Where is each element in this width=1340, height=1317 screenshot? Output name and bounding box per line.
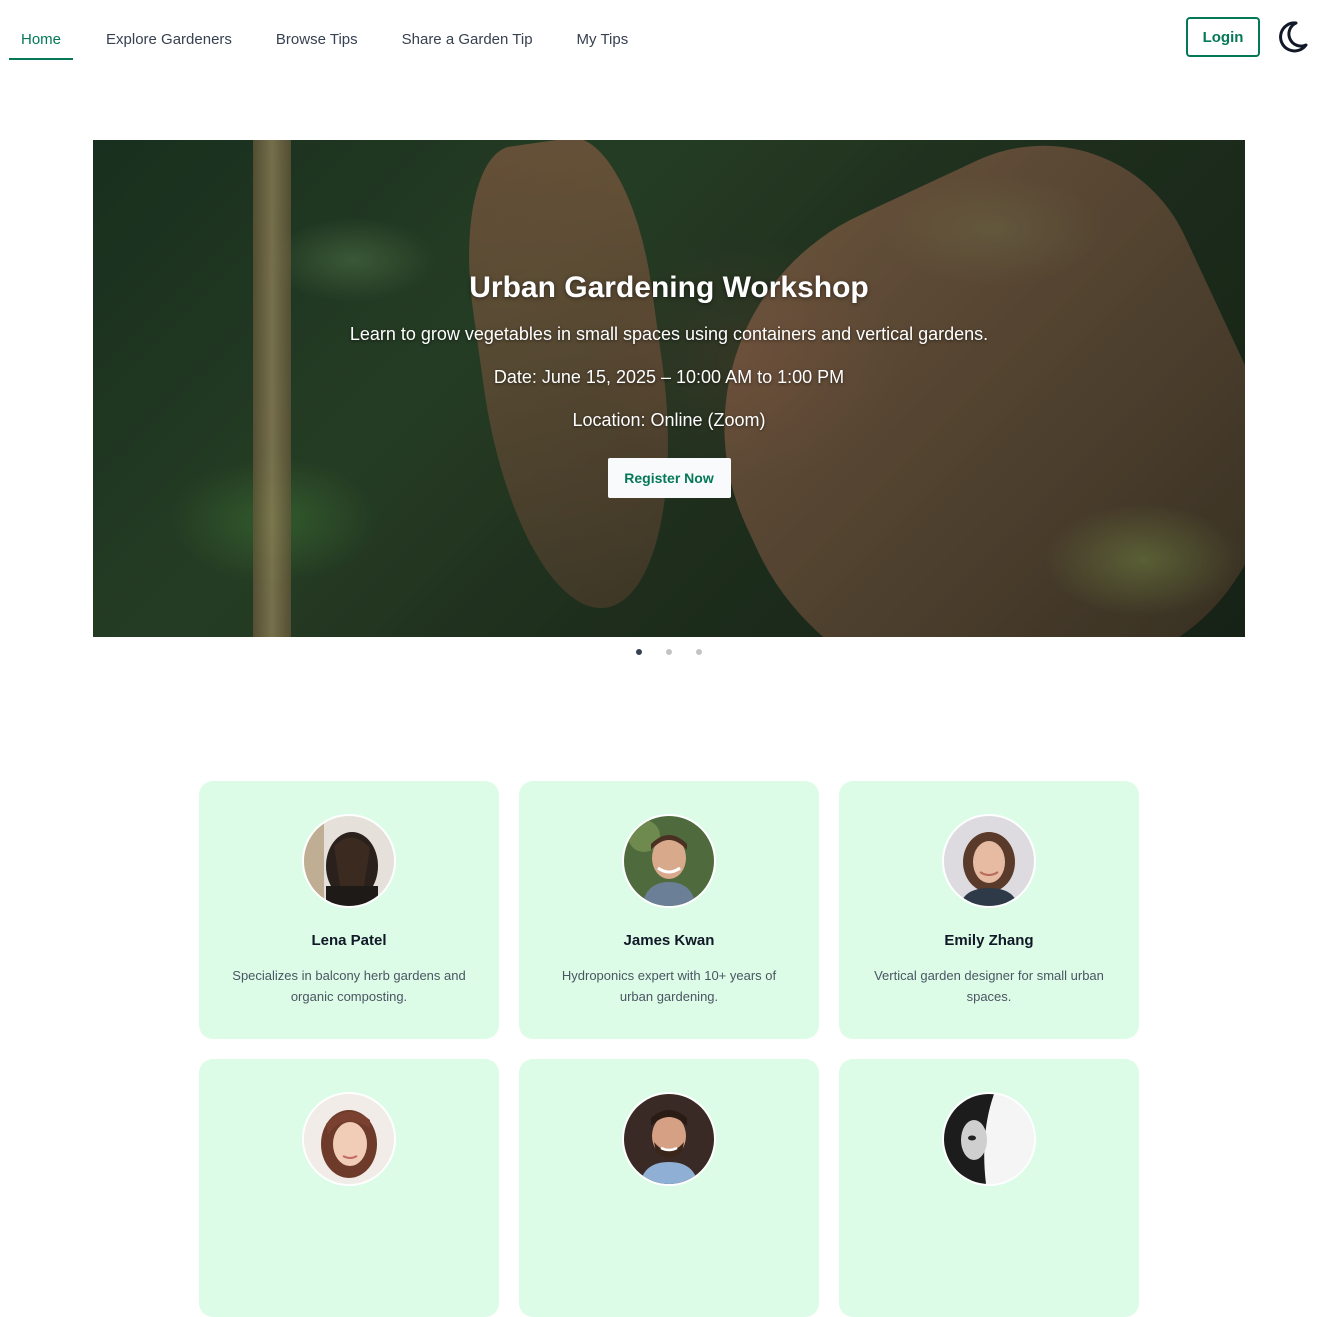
login-button[interactable]: Login bbox=[1186, 17, 1260, 57]
avatar bbox=[942, 814, 1036, 908]
carousel-dot-1[interactable] bbox=[636, 649, 642, 655]
gardener-card[interactable] bbox=[839, 1059, 1139, 1317]
gardener-bio: Hydroponics expert with 10+ years of urb… bbox=[561, 968, 777, 1004]
gardener-name: Lena Patel bbox=[311, 932, 387, 949]
carousel-dot-2[interactable] bbox=[666, 649, 672, 655]
nav-link-share-garden-tip[interactable]: Share a Garden Tip bbox=[390, 20, 545, 60]
carousel-dot-3[interactable] bbox=[696, 649, 702, 655]
gardener-card[interactable]: Emily Zhang Vertical garden designer for… bbox=[839, 781, 1139, 1039]
nav-link-browse-tips[interactable]: Browse Tips bbox=[264, 20, 370, 60]
avatar bbox=[302, 814, 396, 908]
theme-toggle-button[interactable] bbox=[1272, 17, 1312, 57]
nav-link-explore-gardeners[interactable]: Explore Gardeners bbox=[94, 20, 244, 60]
hero-content: Urban Gardening Workshop Learn to grow v… bbox=[93, 268, 1245, 498]
gardener-name: Emily Zhang bbox=[944, 932, 1034, 949]
nav-link-my-tips[interactable]: My Tips bbox=[565, 20, 641, 60]
gardener-card[interactable]: Lena Patel Specializes in balcony herb g… bbox=[199, 781, 499, 1039]
avatar bbox=[622, 1092, 716, 1186]
hero-description: Learn to grow vegetables in small spaces… bbox=[349, 324, 989, 344]
register-now-button[interactable]: Register Now bbox=[607, 458, 731, 498]
gardener-card[interactable] bbox=[519, 1059, 819, 1317]
gardener-card[interactable]: James Kwan Hydroponics expert with 10+ y… bbox=[519, 781, 819, 1039]
gardener-bio: Specializes in balcony herb gardens and … bbox=[232, 968, 466, 1004]
avatar bbox=[942, 1092, 1036, 1186]
hero-title: Urban Gardening Workshop bbox=[469, 271, 869, 304]
gardener-card[interactable] bbox=[199, 1059, 499, 1317]
gardener-bio: Vertical garden designer for small urban… bbox=[874, 968, 1104, 1004]
avatar bbox=[622, 814, 716, 908]
nav-link-home[interactable]: Home bbox=[9, 20, 74, 60]
navbar: Home Explore Gardeners Browse Tips Share… bbox=[0, 0, 1340, 80]
gardener-name: James Kwan bbox=[623, 932, 715, 949]
moon-icon bbox=[1279, 21, 1308, 53]
hero-carousel: Urban Gardening Workshop Learn to grow v… bbox=[93, 140, 1245, 637]
nav-links: Home Explore Gardeners Browse Tips Share… bbox=[9, 20, 660, 60]
carousel-indicators bbox=[0, 647, 1340, 657]
hero-date: Date: June 15, 2025 – 10:00 AM to 1:00 P… bbox=[493, 367, 845, 387]
avatar bbox=[302, 1092, 396, 1186]
hero-location: Location: Online (Zoom) bbox=[572, 410, 766, 430]
